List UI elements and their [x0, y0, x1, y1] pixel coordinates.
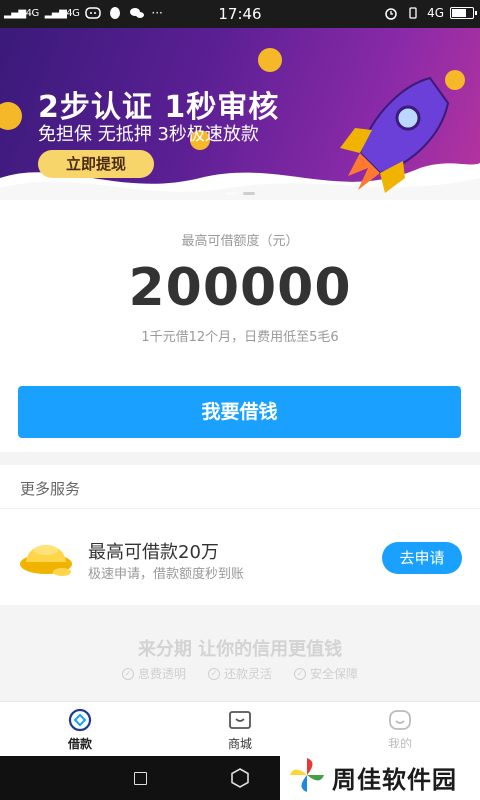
borrow-money-button[interactable]: 我要借钱	[18, 386, 461, 438]
alarm-icon	[385, 8, 397, 20]
rocket-illustration	[340, 76, 450, 193]
slogan-tag: ✓ 息费透明	[121, 665, 186, 682]
slogan-tag: ✓ 安全保障	[294, 665, 358, 682]
tab-loan[interactable]: 借款	[0, 702, 160, 756]
service-desc: 极速申请，借款额度秒到账	[88, 567, 245, 582]
quota-label: 最高可借额度（元）	[181, 234, 299, 249]
pagination-dot-active[interactable]	[243, 192, 255, 195]
pinwheel-logo-icon	[290, 758, 324, 792]
slogan-tag-label: 息费透明	[137, 667, 186, 681]
battery-icon	[450, 7, 477, 19]
check-circle-icon: ✓	[207, 667, 220, 680]
loan-icon	[68, 708, 92, 732]
slogan-tag-label: 安全保障	[310, 667, 359, 681]
quota-amount: 200000	[128, 258, 352, 318]
coin-icon	[258, 48, 282, 72]
slogan-tag: ✓ 还款灵活	[207, 665, 272, 682]
shop-icon	[229, 711, 251, 729]
service-item[interactable]: 最高可借款20万 极速申请，借款额度秒到账 去申请	[0, 509, 480, 605]
status-bar: ▂▄▆4G ▂▄▆4G ··· 17:46 4G	[0, 0, 480, 28]
apply-button[interactable]: 去申请	[382, 542, 462, 574]
coin-icon	[0, 102, 22, 130]
recents-button[interactable]	[134, 772, 147, 785]
service-name: 最高可借款20万	[88, 542, 219, 563]
pagination-dot[interactable]	[225, 192, 237, 195]
withdraw-now-button[interactable]: 立即提现	[38, 150, 154, 178]
loan-quota-card: 最高可借额度（元） 200000 1千元借12个月，日费用低至5毛6 我要借钱	[0, 200, 480, 452]
check-circle-icon: ✓	[294, 667, 306, 680]
watermark-text: 周佳软件园	[332, 766, 457, 794]
home-button[interactable]	[230, 768, 250, 788]
more-services-header: 更多服务	[0, 465, 480, 509]
slogan-tags: ✓ 息费透明 ✓ 还款灵活 ✓ 安全保障	[0, 665, 480, 682]
profile-icon	[389, 710, 411, 730]
promo-banner[interactable]: 2步认证 1秒审核 免担保 无抵押 3秒极速放款 立即提现	[0, 28, 480, 200]
site-watermark: 周佳软件园	[280, 748, 480, 800]
status-right-icons: 4G	[383, 6, 477, 20]
vibrate-icon	[409, 7, 417, 19]
slogan-section: 来分期 让你的信用更值钱 ✓ 息费透明 ✓ 还款灵活 ✓ 安全保障	[0, 605, 480, 701]
tab-label: 借款	[67, 737, 92, 751]
banner-pagination	[0, 192, 480, 195]
check-circle-icon: ✓	[121, 667, 134, 680]
slogan-tag-label: 还款灵活	[223, 667, 272, 681]
network-type: 4G	[427, 6, 444, 20]
banner-subtitle: 免担保 无抵押 3秒极速放款	[38, 124, 259, 145]
gold-ingot-icon	[20, 545, 72, 576]
battery-fill	[452, 9, 466, 17]
more-services-title: 更多服务	[20, 480, 81, 498]
quota-hint: 1千元借12个月，日费用低至5毛6	[141, 330, 339, 345]
slogan-title: 来分期 让你的信用更值钱	[137, 639, 343, 660]
